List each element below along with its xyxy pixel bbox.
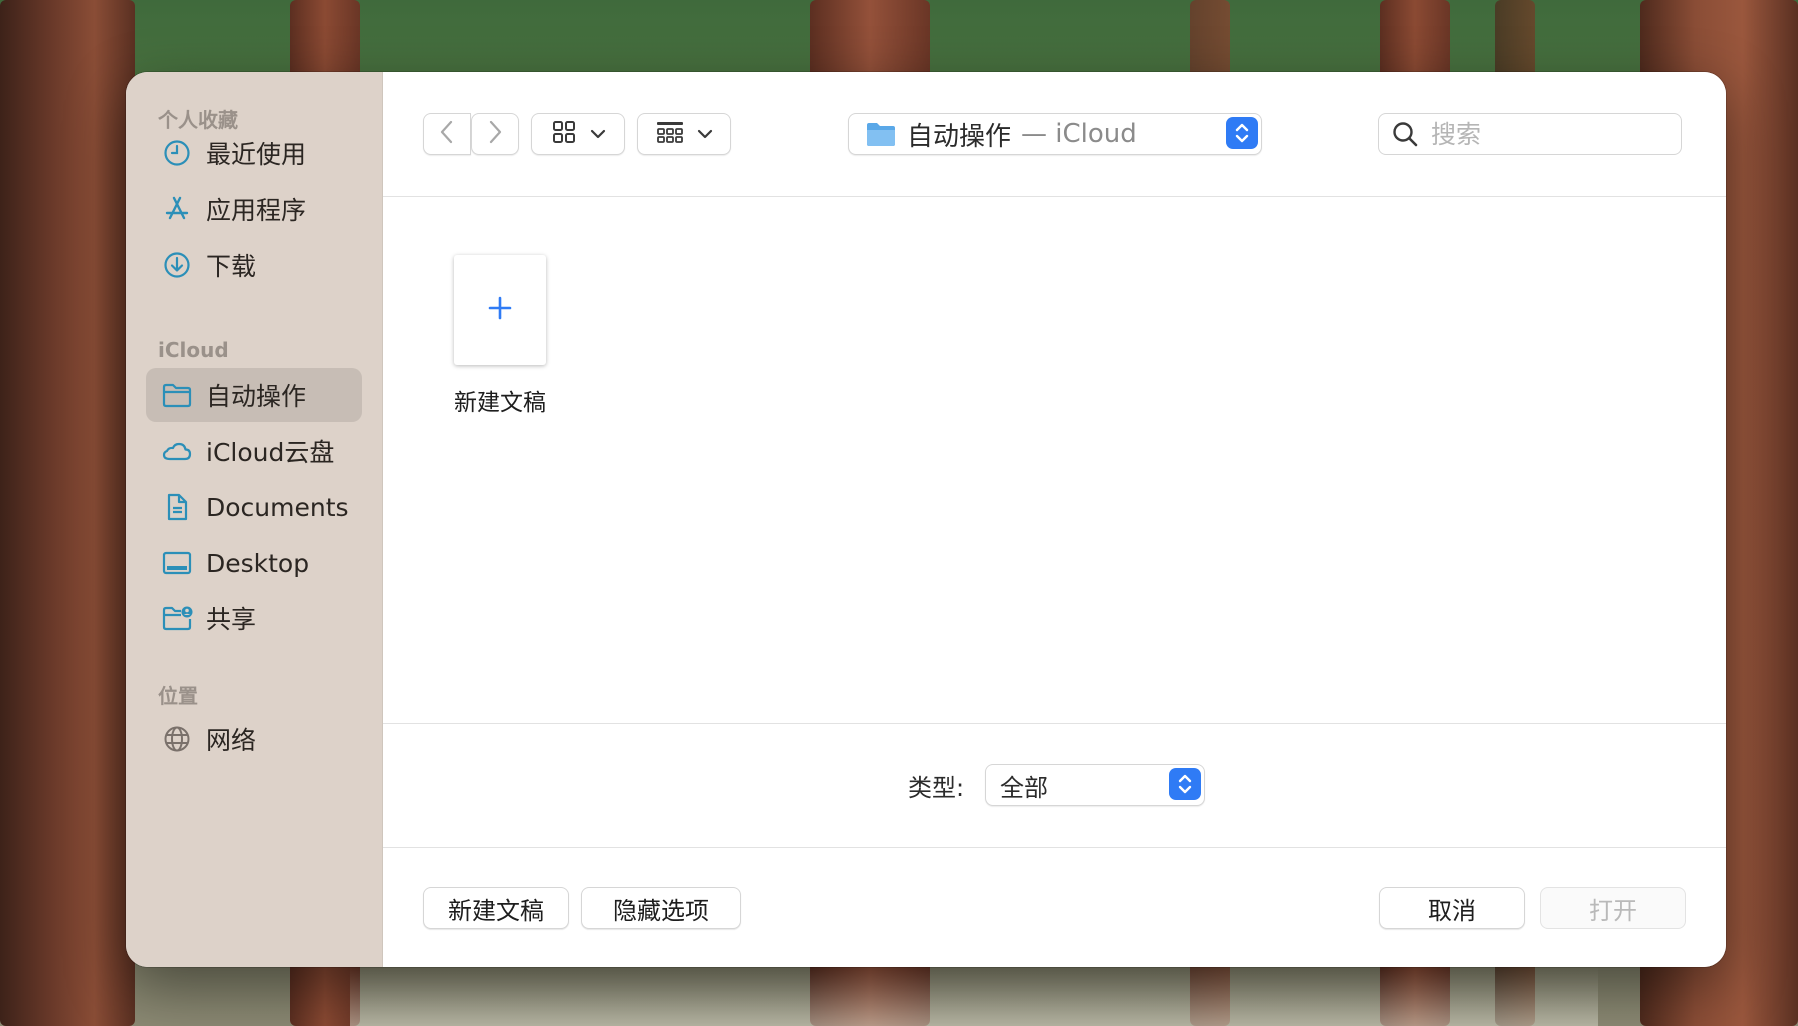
- sidebar-item-shared[interactable]: 共享: [146, 591, 362, 645]
- open-file-dialog: 个人收藏 最近使用 应用程序 下载 iCloud 自动操作 iCloud云盘 D…: [126, 72, 1726, 967]
- sidebar-item-label: 共享: [206, 605, 257, 634]
- plus-icon: [487, 295, 513, 325]
- search-icon: [1391, 120, 1419, 148]
- main-panel: 自动操作 — iCloud 新建文稿 类型:: [383, 72, 1726, 967]
- file-type-label: 类型:: [908, 774, 965, 802]
- sidebar-item-desktop[interactable]: Desktop: [146, 536, 362, 590]
- gallery-grid-icon: [655, 119, 685, 149]
- location-parent: — iCloud: [1021, 119, 1137, 149]
- sidebar-item-downloads[interactable]: 下载: [146, 238, 362, 292]
- download-icon: [160, 248, 194, 282]
- location-popup[interactable]: 自动操作 — iCloud: [848, 113, 1262, 155]
- sidebar-section-locations: 位置: [158, 684, 198, 708]
- group-by-button[interactable]: [637, 113, 731, 155]
- search-input[interactable]: [1429, 118, 1653, 150]
- chevron-left-icon: [438, 119, 456, 149]
- hide-options-button[interactable]: 隐藏选项: [581, 887, 741, 929]
- sidebar-item-icloud-drive[interactable]: iCloud云盘: [146, 424, 362, 478]
- location-name: 自动操作: [907, 121, 1012, 152]
- sidebar: 个人收藏 最近使用 应用程序 下载 iCloud 自动操作 iCloud云盘 D…: [126, 72, 383, 967]
- filter-bar: 类型: 全部: [383, 723, 1726, 848]
- cloud-icon: [160, 434, 194, 468]
- globe-icon: [160, 722, 194, 756]
- sidebar-item-label: 应用程序: [206, 196, 307, 225]
- shared-folder-icon: [160, 601, 194, 635]
- clock-icon: [160, 136, 194, 170]
- popup-stepper-icon: [1226, 117, 1258, 149]
- open-button[interactable]: 打开: [1540, 887, 1686, 929]
- sidebar-item-label: 最近使用: [206, 140, 307, 169]
- file-browser: 新建文稿: [383, 197, 1726, 797]
- toolbar: 自动操作 — iCloud: [383, 72, 1726, 197]
- grid-icon: [550, 119, 578, 149]
- sidebar-item-recents[interactable]: 最近使用: [146, 126, 362, 180]
- chevron-right-icon: [486, 119, 504, 149]
- sidebar-item-label: iCloud云盘: [206, 438, 335, 467]
- document-icon: [160, 490, 194, 524]
- search-field[interactable]: [1378, 113, 1682, 155]
- new-document-button[interactable]: 新建文稿: [423, 887, 569, 929]
- sidebar-item-documents[interactable]: Documents: [146, 480, 362, 534]
- file-type-popup[interactable]: 全部: [985, 764, 1205, 806]
- desktop-icon: [160, 546, 194, 580]
- app-store-icon: [160, 192, 194, 226]
- popup-stepper-icon: [1169, 768, 1201, 800]
- cancel-button[interactable]: 取消: [1379, 887, 1525, 929]
- chevron-down-icon: [590, 125, 606, 144]
- sidebar-item-automator[interactable]: 自动操作: [146, 368, 362, 422]
- sidebar-item-label: Desktop: [206, 548, 310, 578]
- file-type-value: 全部: [1000, 773, 1048, 802]
- new-document-item[interactable]: [454, 255, 546, 365]
- sidebar-item-network[interactable]: 网络: [146, 712, 362, 766]
- forward-button[interactable]: [471, 113, 519, 155]
- sidebar-item-label: 下载: [206, 252, 257, 281]
- view-mode-button[interactable]: [531, 113, 625, 155]
- folder-icon: [865, 120, 897, 148]
- chevron-down-icon: [697, 125, 713, 144]
- sidebar-item-label: 自动操作: [206, 382, 307, 411]
- sidebar-section-icloud: iCloud: [158, 338, 229, 362]
- back-button[interactable]: [423, 113, 471, 155]
- new-document-label: 新建文稿: [454, 390, 546, 416]
- sidebar-item-applications[interactable]: 应用程序: [146, 182, 362, 236]
- folder-icon: [160, 378, 194, 412]
- sidebar-item-label: 网络: [206, 726, 257, 755]
- sidebar-item-label: Documents: [206, 492, 349, 522]
